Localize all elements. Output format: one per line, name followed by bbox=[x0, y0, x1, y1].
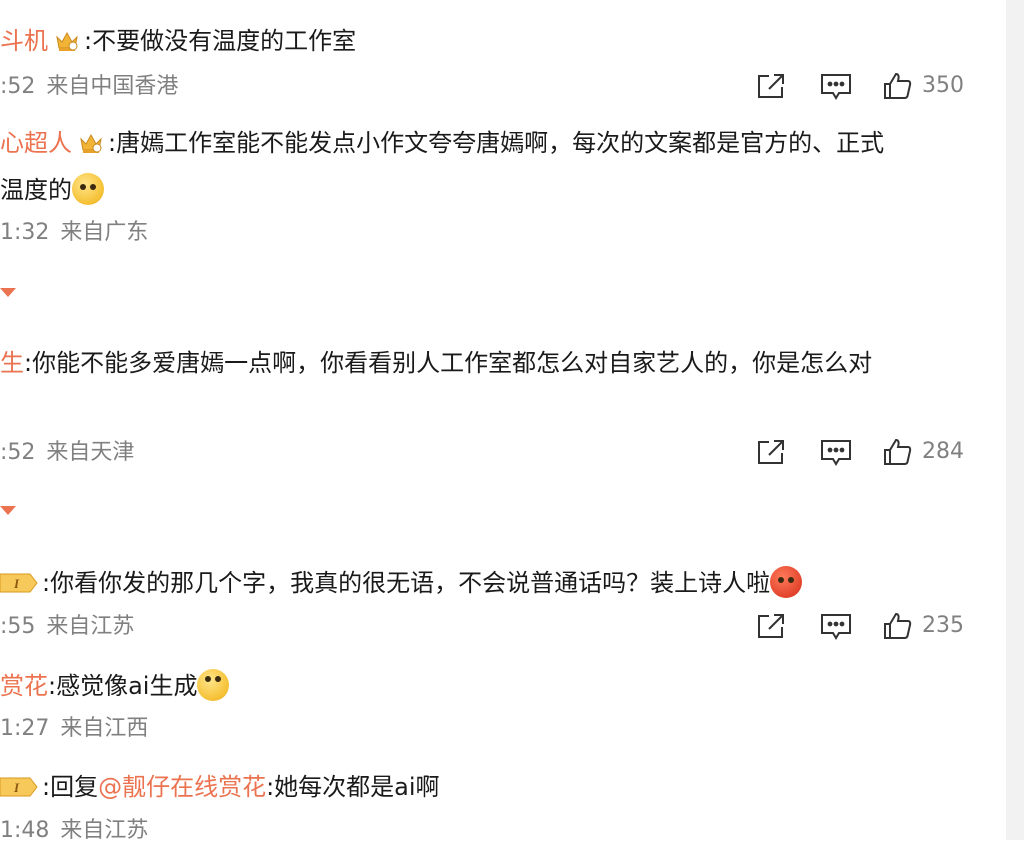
comment-button[interactable] bbox=[820, 435, 852, 469]
comment-username[interactable]: 斗机 bbox=[0, 27, 48, 55]
thumbs-up-icon bbox=[884, 612, 912, 639]
crown-icon bbox=[80, 133, 102, 153]
comment-time: 1:32 bbox=[0, 220, 50, 245]
like-count: 235 bbox=[922, 613, 964, 638]
comment-6: I :回复@靓仔在线赏花:她每次都是ai啊 bbox=[0, 772, 440, 802]
comment-username[interactable]: 赏花 bbox=[0, 672, 48, 700]
comment-location: 来自江苏 bbox=[46, 614, 135, 639]
comment-time: 1:48 bbox=[0, 818, 50, 843]
comment-meta: :52 来自天津 bbox=[0, 439, 134, 467]
comment-meta: :55 来自江苏 bbox=[0, 613, 134, 641]
like-count: 350 bbox=[922, 73, 964, 98]
comment-meta: 1:48 来自江苏 bbox=[0, 817, 148, 845]
share-button[interactable] bbox=[756, 435, 788, 469]
share-icon bbox=[758, 74, 784, 98]
vip-badge-icon: I bbox=[0, 777, 38, 797]
eye-roll-emoji-icon bbox=[197, 669, 230, 701]
comment-location: 来自江西 bbox=[60, 716, 149, 741]
comment-location: 来自中国香港 bbox=[46, 74, 179, 99]
like-count: 284 bbox=[922, 439, 964, 464]
comment-location: 来自江苏 bbox=[60, 818, 149, 843]
comment-meta: 1:27 来自江西 bbox=[0, 715, 148, 743]
comment-time: :52 bbox=[0, 440, 36, 465]
comment-time: :55 bbox=[0, 614, 36, 639]
comment-5: 赏花:感觉像ai生成 bbox=[0, 669, 230, 701]
reply-prefix: :回复 bbox=[42, 773, 99, 801]
thumbs-up-icon bbox=[884, 72, 912, 99]
comment-text: :她每次都是ai啊 bbox=[266, 773, 440, 801]
comment-2-line2: 温度的 bbox=[0, 173, 104, 205]
comment-time: 1:27 bbox=[0, 716, 50, 741]
expand-replies-arrow-icon[interactable] bbox=[0, 506, 16, 515]
comment-text: :你看你发的那几个字，我真的很无语，不会说普通话吗？装上诗人啦 bbox=[42, 569, 771, 597]
comment-1: 斗机 :不要做没有温度的工作室 bbox=[0, 26, 356, 56]
comment-text: :你能不能多爱唐嫣一点啊，你看看别人工作室都怎么对自家艺人的，你是怎么对 bbox=[24, 349, 873, 377]
share-button[interactable] bbox=[756, 69, 788, 103]
mention-link[interactable]: @靓仔在线赏花 bbox=[98, 773, 266, 801]
comment-username[interactable]: 心超人 bbox=[0, 129, 72, 157]
comment-text: :感觉像ai生成 bbox=[48, 672, 198, 700]
comment-icon bbox=[821, 440, 851, 466]
comment-meta: :52 来自中国香港 bbox=[0, 73, 178, 101]
like-button[interactable]: 284 bbox=[882, 435, 964, 469]
comment-text: 温度的 bbox=[0, 176, 72, 204]
comment-username[interactable]: 生 bbox=[0, 349, 24, 377]
comment-2: 心超人 :唐嫣工作室能不能发点小作文夸夸唐嫣啊，每次的文案都是官方的、正式 bbox=[0, 128, 884, 158]
comment-time: :52 bbox=[0, 74, 36, 99]
thumbs-up-icon bbox=[884, 438, 912, 465]
share-icon bbox=[758, 614, 784, 638]
comment-text: :唐嫣工作室能不能发点小作文夸夸唐嫣啊，每次的文案都是官方的、正式 bbox=[108, 129, 885, 157]
comment-button[interactable] bbox=[820, 69, 852, 103]
svg-text:I: I bbox=[13, 780, 20, 795]
share-button[interactable] bbox=[756, 609, 788, 643]
comment-meta: 1:32 来自广东 bbox=[0, 219, 148, 247]
expand-replies-arrow-icon[interactable] bbox=[0, 288, 16, 297]
comment-3: 生:你能不能多爱唐嫣一点啊，你看看别人工作室都怎么对自家艺人的，你是怎么对 bbox=[0, 348, 872, 378]
comment-location: 来自天津 bbox=[46, 440, 135, 465]
comment-icon bbox=[821, 74, 851, 100]
comment-text: :不要做没有温度的工作室 bbox=[84, 27, 357, 55]
comment-4: I :你看你发的那几个字，我真的很无语，不会说普通话吗？装上诗人啦 bbox=[0, 566, 803, 598]
like-button[interactable]: 350 bbox=[882, 69, 964, 103]
comment-icon bbox=[821, 614, 851, 640]
comment-actions: 284 bbox=[756, 435, 964, 469]
comment-button[interactable] bbox=[820, 609, 852, 643]
vip-badge-icon: I bbox=[0, 573, 38, 593]
scrollbar-track[interactable] bbox=[1006, 0, 1024, 840]
share-icon bbox=[758, 440, 784, 464]
comment-location: 来自广东 bbox=[60, 220, 149, 245]
svg-text:I: I bbox=[13, 576, 20, 591]
comment-actions: 235 bbox=[756, 609, 964, 643]
comment-actions: 350 bbox=[756, 69, 964, 103]
angry-face-emoji-icon bbox=[770, 566, 803, 598]
shocked-face-emoji-icon bbox=[72, 173, 104, 205]
like-button[interactable]: 235 bbox=[882, 609, 964, 643]
crown-icon bbox=[56, 31, 78, 51]
